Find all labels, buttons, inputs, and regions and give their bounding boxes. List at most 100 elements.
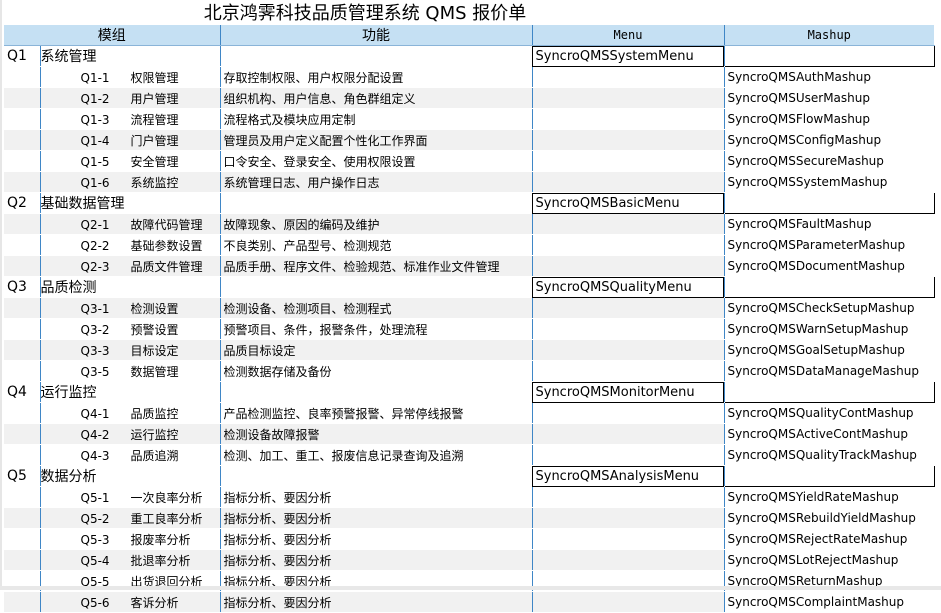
row-menu[interactable] bbox=[532, 87, 725, 109]
row-desc[interactable]: 预警项目、条件，报警条件，处理流程 bbox=[220, 318, 533, 340]
row-mashup[interactable]: SyncroQMSSystemMashup bbox=[724, 171, 934, 193]
row-menu[interactable] bbox=[532, 150, 725, 172]
row-blank[interactable] bbox=[4, 234, 41, 256]
row-menu[interactable] bbox=[532, 528, 725, 550]
row-blank[interactable] bbox=[4, 150, 41, 172]
row-desc[interactable]: 口令安全、登录安全、使用权限设置 bbox=[220, 150, 533, 172]
row-mashup[interactable]: SyncroQMSLotRejectMashup bbox=[724, 549, 934, 571]
row-mashup[interactable]: SyncroQMSGoalSetupMashup bbox=[724, 339, 934, 361]
row-module[interactable]: Q5-1 一次良率分析 bbox=[40, 486, 221, 508]
row-mashup[interactable]: SyncroQMSUserMashup bbox=[724, 87, 934, 109]
row-desc[interactable]: 指标分析、要因分析 bbox=[220, 591, 533, 613]
row-blank[interactable] bbox=[4, 528, 41, 550]
section-desc[interactable] bbox=[220, 192, 533, 214]
row-mashup[interactable]: SyncroQMSAuthMashup bbox=[724, 66, 934, 88]
row-desc[interactable]: 指标分析、要因分析 bbox=[220, 549, 533, 571]
section-mashup[interactable] bbox=[723, 276, 935, 298]
section-mashup[interactable] bbox=[723, 465, 935, 487]
row-menu[interactable] bbox=[532, 297, 725, 319]
row-menu[interactable] bbox=[532, 171, 725, 193]
row-menu[interactable] bbox=[532, 339, 725, 361]
section-menu[interactable]: SyncroQMSQualityMenu bbox=[532, 276, 725, 298]
row-desc[interactable]: 品质手册、程序文件、检验规范、标准作业文件管理 bbox=[220, 255, 533, 277]
header-module[interactable]: 模组 bbox=[4, 25, 221, 46]
row-blank[interactable] bbox=[4, 360, 41, 382]
row-desc[interactable]: 管理员及用户定义配置个性化工作界面 bbox=[220, 129, 533, 151]
row-module[interactable]: Q1-2 用户管理 bbox=[40, 87, 221, 109]
section-name[interactable]: 数据分析 bbox=[40, 465, 221, 487]
section-code[interactable]: Q3 bbox=[4, 276, 41, 298]
header-mashup[interactable]: Mashup bbox=[724, 25, 934, 46]
row-module[interactable]: Q3-2 预警设置 bbox=[40, 318, 221, 340]
row-menu[interactable] bbox=[532, 549, 725, 571]
row-desc[interactable]: 指标分析、要因分析 bbox=[220, 486, 533, 508]
row-mashup[interactable]: SyncroQMSComplaintMashup bbox=[724, 591, 934, 613]
row-menu[interactable] bbox=[532, 507, 725, 529]
row-module[interactable]: Q3-5 数据管理 bbox=[40, 360, 221, 382]
section-menu[interactable]: SyncroQMSSystemMenu bbox=[532, 45, 725, 67]
row-module[interactable]: Q5-2 重工良率分析 bbox=[40, 507, 221, 529]
section-desc[interactable] bbox=[220, 465, 533, 487]
row-mashup[interactable]: SyncroQMSQualityTrackMashup bbox=[724, 444, 934, 466]
section-mashup[interactable] bbox=[723, 381, 935, 403]
row-blank[interactable] bbox=[4, 171, 41, 193]
section-code[interactable]: Q4 bbox=[4, 381, 41, 403]
row-desc[interactable]: 流程格式及模块应用定制 bbox=[220, 108, 533, 130]
row-module[interactable]: Q4-1 品质监控 bbox=[40, 402, 221, 424]
section-code[interactable]: Q5 bbox=[4, 465, 41, 487]
row-desc[interactable]: 存取控制权限、用户权限分配设置 bbox=[220, 66, 533, 88]
row-module[interactable]: Q2-2 基础参数设置 bbox=[40, 234, 221, 256]
row-menu[interactable] bbox=[532, 423, 725, 445]
row-module[interactable]: Q4-3 品质追溯 bbox=[40, 444, 221, 466]
header-menu[interactable]: Menu bbox=[532, 25, 725, 46]
section-name[interactable]: 运行监控 bbox=[40, 381, 221, 403]
row-blank[interactable] bbox=[4, 66, 41, 88]
row-desc[interactable]: 检测设备、检测项目、检测程式 bbox=[220, 297, 533, 319]
row-blank[interactable] bbox=[4, 297, 41, 319]
row-menu[interactable] bbox=[532, 108, 725, 130]
row-menu[interactable] bbox=[532, 591, 725, 613]
row-module[interactable]: Q2-3 品质文件管理 bbox=[40, 255, 221, 277]
row-blank[interactable] bbox=[4, 339, 41, 361]
row-desc[interactable]: 指标分析、要因分析 bbox=[220, 507, 533, 529]
row-module[interactable]: Q1-5 安全管理 bbox=[40, 150, 221, 172]
section-code[interactable]: Q1 bbox=[4, 45, 41, 67]
row-module[interactable]: Q3-1 检测设置 bbox=[40, 297, 221, 319]
section-menu[interactable]: SyncroQMSAnalysisMenu bbox=[532, 465, 725, 487]
row-mashup[interactable]: SyncroQMSDocumentMashup bbox=[724, 255, 934, 277]
row-menu[interactable] bbox=[532, 213, 725, 235]
section-name[interactable]: 系统管理 bbox=[40, 45, 221, 67]
row-menu[interactable] bbox=[532, 255, 725, 277]
row-module[interactable]: Q1-4 门户管理 bbox=[40, 129, 221, 151]
row-menu[interactable] bbox=[532, 486, 725, 508]
row-blank[interactable] bbox=[4, 423, 41, 445]
row-mashup[interactable]: SyncroQMSFaultMashup bbox=[724, 213, 934, 235]
row-desc[interactable]: 产品检测监控、良率预警报警、异常停线报警 bbox=[220, 402, 533, 424]
row-module[interactable]: Q4-2 运行监控 bbox=[40, 423, 221, 445]
row-desc[interactable]: 检测、加工、重工、报废信息记录查询及追溯 bbox=[220, 444, 533, 466]
row-blank[interactable] bbox=[4, 87, 41, 109]
row-module[interactable]: Q1-6 系统监控 bbox=[40, 171, 221, 193]
row-menu[interactable] bbox=[532, 318, 725, 340]
row-mashup[interactable]: SyncroQMSRejectRateMashup bbox=[724, 528, 934, 550]
row-module[interactable]: Q5-4 批退率分析 bbox=[40, 549, 221, 571]
row-desc[interactable]: 指标分析、要因分析 bbox=[220, 528, 533, 550]
row-menu[interactable] bbox=[532, 129, 725, 151]
section-menu[interactable]: SyncroQMSBasicMenu bbox=[532, 192, 725, 214]
section-desc[interactable] bbox=[220, 45, 533, 67]
section-desc[interactable] bbox=[220, 276, 533, 298]
row-desc[interactable]: 系统管理日志、用户操作日志 bbox=[220, 171, 533, 193]
row-blank[interactable] bbox=[4, 402, 41, 424]
row-blank[interactable] bbox=[4, 129, 41, 151]
section-menu[interactable]: SyncroQMSMonitorMenu bbox=[532, 381, 725, 403]
row-module[interactable]: Q5-6 客诉分析 bbox=[40, 591, 221, 613]
row-mashup[interactable]: SyncroQMSRebuildYieldMashup bbox=[724, 507, 934, 529]
row-mashup[interactable]: SyncroQMSSecureMashup bbox=[724, 150, 934, 172]
row-module[interactable]: Q3-3 目标设定 bbox=[40, 339, 221, 361]
row-blank[interactable] bbox=[4, 549, 41, 571]
section-desc[interactable] bbox=[220, 381, 533, 403]
row-mashup[interactable]: SyncroQMSConfigMashup bbox=[724, 129, 934, 151]
row-desc[interactable]: 检测数据存储及备份 bbox=[220, 360, 533, 382]
section-code[interactable]: Q2 bbox=[4, 192, 41, 214]
row-blank[interactable] bbox=[4, 591, 41, 613]
